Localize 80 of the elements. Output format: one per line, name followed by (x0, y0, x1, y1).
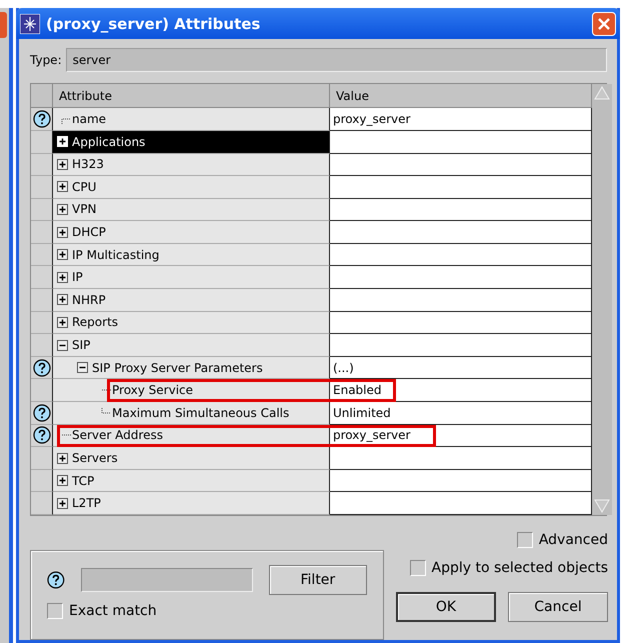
expand-icon[interactable] (57, 316, 68, 328)
checkbox[interactable]: Advanced (516, 532, 608, 548)
help-icon[interactable] (47, 571, 65, 589)
value-cell[interactable] (330, 266, 592, 290)
attribute-cell[interactable]: Servers (53, 447, 330, 470)
value-cell[interactable] (330, 130, 592, 154)
value-cell[interactable] (330, 492, 592, 515)
checkbox[interactable]: Apply to selected objects (410, 560, 608, 576)
app-icon (20, 14, 40, 34)
collapse-icon[interactable] (57, 340, 68, 351)
value-cell[interactable] (330, 176, 592, 199)
attribute-name: VPN (72, 202, 96, 216)
collapse-icon[interactable] (77, 362, 88, 374)
attribute-cell[interactable]: IP Multicasting (53, 244, 330, 266)
attribute-name: H323 (72, 157, 104, 172)
attribute-name: name (72, 112, 106, 126)
expand-icon[interactable] (57, 498, 68, 509)
attribute-cell[interactable]: Applications (53, 130, 330, 154)
column-header[interactable]: Attribute (53, 84, 330, 108)
close-icon[interactable] (597, 16, 611, 31)
filter-button[interactable]: Filter (268, 565, 367, 595)
attribute-cell[interactable]: SIP Proxy Server Parameters (53, 356, 330, 380)
attribute-name: Server Address (72, 428, 163, 442)
attribute-cell[interactable]: NHRP (53, 289, 330, 312)
attribute-name: CPU (72, 180, 96, 194)
attribute-name: NHRP (72, 292, 106, 307)
filter-field[interactable] (80, 568, 253, 592)
value-cell[interactable]: proxy_server (330, 108, 592, 131)
type-field: server (66, 48, 607, 72)
value-cell[interactable]: (...) (330, 356, 592, 380)
value-cell[interactable] (330, 334, 592, 357)
attribute-cell[interactable]: H323 (53, 154, 330, 176)
attribute-cell[interactable]: name (53, 108, 330, 131)
expand-icon[interactable] (57, 294, 68, 306)
column-header[interactable]: Value (330, 84, 592, 108)
value-cell[interactable] (330, 221, 592, 244)
attribute-cell[interactable]: L2TP (53, 492, 330, 515)
attribute-name: Reports (72, 315, 118, 330)
attribute-cell[interactable]: VPN (53, 198, 330, 222)
attribute-cell[interactable]: DHCP (53, 221, 330, 244)
value-cell[interactable]: Unlimited (330, 402, 592, 425)
value-cell[interactable] (330, 312, 592, 334)
expand-icon[interactable] (57, 452, 68, 464)
attribute-name: SIP (72, 338, 90, 352)
attribute-name: DHCP (72, 225, 106, 240)
value-cell[interactable] (330, 447, 592, 470)
expand-icon[interactable] (57, 181, 68, 192)
attribute-name: Servers (72, 451, 118, 466)
expand-icon[interactable] (57, 226, 68, 238)
dialog-button[interactable]: OK (396, 592, 496, 622)
attribute-name: Applications (72, 134, 146, 149)
attribute-name: TCP (72, 474, 94, 488)
value-cell[interactable]: Enabled (330, 379, 592, 402)
attribute-name: Maximum Simultaneous Calls (112, 406, 290, 420)
attribute-cell[interactable]: CPU (53, 176, 330, 199)
attribute-cell[interactable]: SIP (53, 334, 330, 357)
value-cell[interactable] (330, 198, 592, 222)
attribute-cell[interactable]: IP (53, 266, 330, 290)
attribute-cell[interactable]: TCP (53, 470, 330, 492)
dialog-button[interactable]: Cancel (508, 592, 608, 622)
window-title: (proxy_server) Attributes (46, 14, 260, 33)
value-cell[interactable] (330, 154, 592, 176)
expand-icon[interactable] (57, 475, 68, 486)
attribute-cell[interactable]: Reports (53, 312, 330, 334)
close-button[interactable] (592, 12, 616, 36)
value-cell[interactable] (330, 289, 592, 312)
type-label: Type: (30, 53, 62, 68)
expand-icon[interactable] (57, 158, 68, 170)
expand-icon[interactable] (57, 249, 68, 260)
attribute-name: Proxy Service (112, 383, 194, 398)
expand-icon[interactable] (57, 204, 68, 215)
attribute-name: IP Multicasting (72, 248, 160, 262)
value-cell[interactable] (330, 470, 592, 492)
attribute-name: L2TP (72, 496, 101, 510)
expand-icon[interactable] (57, 272, 68, 283)
attribute-name: SIP Proxy Server Parameters (92, 360, 263, 375)
attribute-name: IP (72, 270, 83, 284)
attribute-cell[interactable]: Maximum Simultaneous Calls (53, 402, 330, 425)
checkbox[interactable]: Exact match (47, 603, 367, 619)
value-cell[interactable] (330, 244, 592, 266)
